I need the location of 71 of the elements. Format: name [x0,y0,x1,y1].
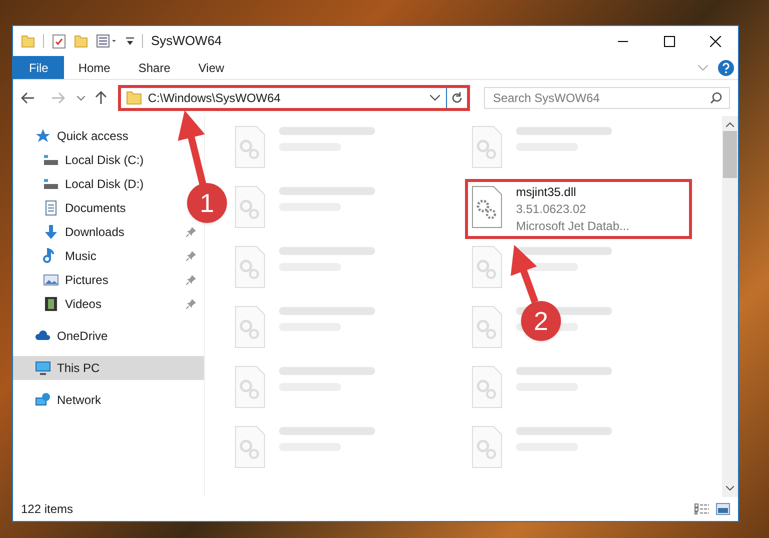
sidebar-item[interactable]: Videos [13,292,204,316]
refresh-icon[interactable] [451,92,464,104]
network-icon [35,392,51,408]
window-title: SysWOW64 [151,32,222,50]
address-bar[interactable]: C:\Windows\SysWOW64 [118,85,470,111]
film-icon [43,296,59,312]
search-field[interactable]: Search SysWOW64 [484,87,730,109]
ribbon-tab[interactable]: Share [124,56,184,79]
blurred-file-icon [472,246,502,288]
scrollbar-thumb[interactable] [723,131,737,178]
large-icons-view-icon[interactable] [716,503,730,515]
sidebar-item[interactable]: Pictures [13,268,204,292]
blurred-file-icon [472,366,502,408]
customize-toolbar-icon[interactable] [126,36,134,46]
pin-icon[interactable] [186,227,196,237]
scroll-down-icon[interactable] [726,486,734,491]
pin-icon[interactable] [186,275,196,285]
annotation-arrow [510,244,538,304]
file-item[interactable]: msjint35.dll 3.51.0623.02 Microsoft Jet Datab... [465,179,692,239]
drive-icon [43,176,59,192]
search-icon [710,92,722,104]
view-options-icon[interactable] [96,34,118,48]
blurred-file-icon [235,306,265,348]
blurred-file-icon [235,186,265,228]
scroll-up-icon[interactable] [726,122,734,127]
close-icon [710,36,720,46]
help-icon[interactable] [718,60,734,76]
file-name: msjint35.dll [516,184,578,201]
ribbon-tab[interactable]: View [184,56,238,79]
sidebar-item[interactable]: Music [13,244,204,268]
blurred-file-icon [235,366,265,408]
down-arrow-icon [43,224,59,240]
sidebar-item[interactable]: Local Disk (C:) [13,148,152,172]
details-view-icon[interactable] [694,503,710,515]
drive-icon [43,152,59,168]
item-count: 122 items [21,501,74,518]
blurred-file-icon [235,426,265,468]
maximize-icon [664,36,674,46]
ribbon-tab[interactable]: Home [64,56,124,79]
dropdown-icon[interactable] [430,95,440,101]
pin-icon[interactable] [186,299,196,309]
file-detail: 3.51.0623.02 [516,201,588,218]
recent-locations-icon[interactable] [76,96,85,100]
blurred-file-icon [472,126,502,168]
sidebar-item[interactable]: Quick access [13,124,204,148]
minimize-icon [618,40,628,42]
sidebar-item[interactable]: Downloads [13,220,204,244]
sidebar-item[interactable]: Network [13,388,204,412]
sidebar-item[interactable]: Local Disk (D:) [13,172,152,196]
blurred-file-icon [235,126,265,168]
address-path: C:\Windows\SysWOW64 [148,90,281,107]
scrollbar[interactable] [722,116,738,497]
blurred-file-icon [472,306,502,348]
blurred-file-icon [235,246,265,288]
document-icon [43,200,59,216]
back-arrow-icon[interactable] [21,92,35,104]
expand-ribbon-icon[interactable] [698,64,708,70]
up-arrow-icon[interactable] [94,91,107,105]
folder-icon [126,91,142,105]
ribbon-tab[interactable]: File [13,56,64,79]
properties-icon[interactable] [52,34,66,48]
gear-file-icon [472,186,502,228]
file-detail: Microsoft Jet Datab... [516,218,630,235]
pin-icon[interactable] [186,251,196,261]
blurred-file-icon [472,426,502,468]
sidebar-item[interactable]: OneDrive [13,324,204,348]
picture-icon [43,272,59,288]
monitor-icon [35,360,51,376]
star-icon [35,128,51,144]
sidebar-item[interactable]: Documents [13,196,134,220]
sidebar-item[interactable]: This PC [13,356,204,380]
